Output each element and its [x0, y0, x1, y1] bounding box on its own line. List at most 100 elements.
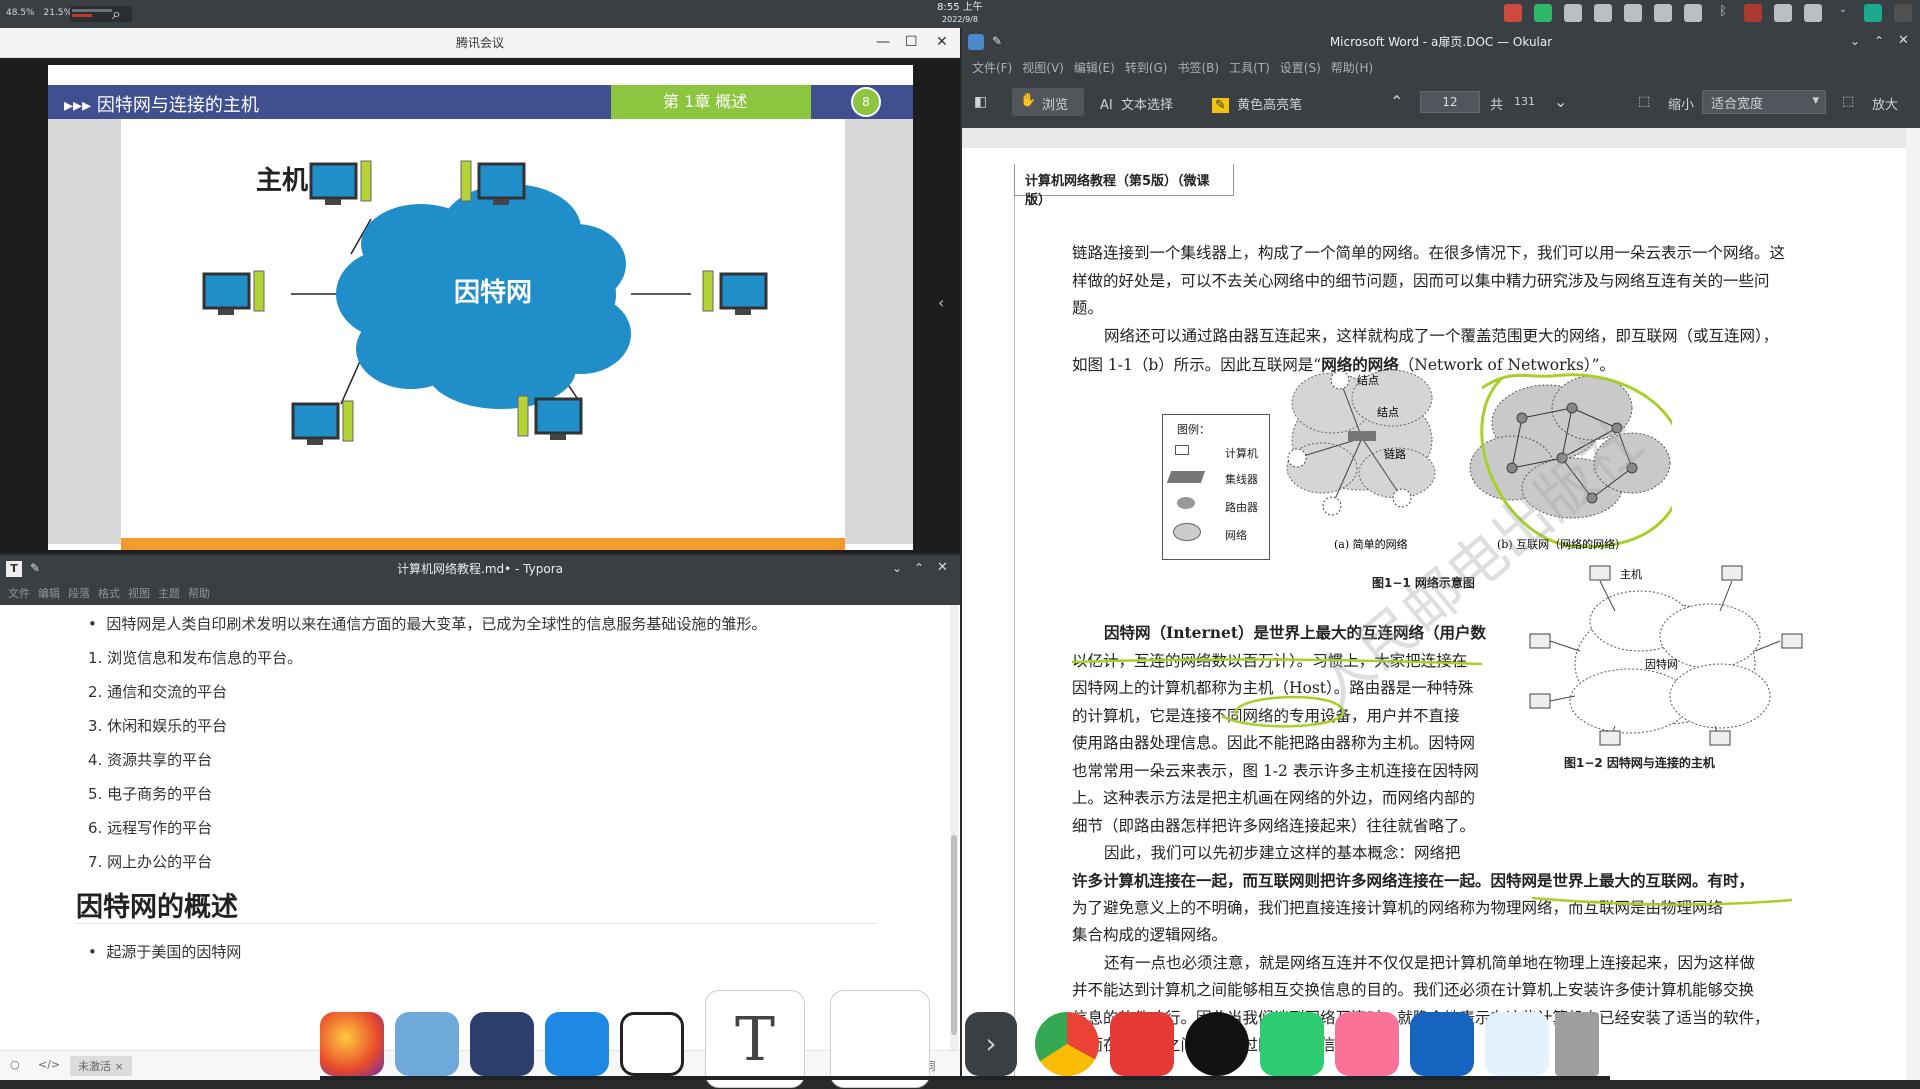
- slide-page-number: 8: [851, 87, 881, 117]
- cpu-usage-1: 48.5%: [6, 8, 35, 18]
- outline-toggle-icon[interactable]: ○: [10, 1058, 20, 1071]
- okular-maximize-button[interactable]: ⌃: [1874, 34, 1884, 48]
- wechat-tray-icon[interactable]: [1534, 4, 1552, 22]
- typora-minimize-button[interactable]: ⌄: [892, 561, 902, 575]
- menu-settings[interactable]: 设置(S): [1280, 61, 1321, 75]
- bluetooth-icon[interactable]: ᛒ: [1714, 4, 1732, 22]
- shared-slide: ▸▸▸ 因特网与连接的主机 第 1章 概述 8 因特网 主机: [48, 65, 913, 550]
- menu-go[interactable]: 转到(G): [1125, 61, 1168, 75]
- list-item: 1. 浏览信息和发布信息的平台。: [88, 649, 303, 667]
- typora-icon[interactable]: T: [705, 990, 805, 1088]
- slide-header-bar: ▸▸▸ 因特网与连接的主机 第 1章 概述 8: [48, 85, 913, 119]
- pin-icon[interactable]: ✎: [30, 561, 40, 575]
- okular-menubar: 文件(F) 视图(V) 编辑(E) 转到(G) 书签(B) 工具(T) 设置(S) 帮助(H): [962, 56, 1920, 80]
- clock[interactable]: 8:55 上午 2022/9/8: [930, 2, 990, 26]
- volume-icon[interactable]: [1804, 4, 1822, 22]
- okular-toolbar: ◧ ✋ 浏览 AI 文本选择 ✎ 黄色高亮笔 ⌃ 共 131 ⌄ ⬚ 缩小 适合…: [962, 80, 1920, 128]
- slide-chapter: 第 1章 概述: [611, 85, 811, 119]
- image-viewer-icon[interactable]: [1485, 1012, 1549, 1076]
- next-page-button[interactable]: ⌄: [1554, 92, 1567, 111]
- okular-scrollbar[interactable]: [1906, 128, 1920, 1080]
- search-icon[interactable]: ⌕: [112, 4, 121, 24]
- bilibili-icon[interactable]: [1335, 1012, 1399, 1076]
- svg-text:主机: 主机: [1620, 567, 1642, 581]
- maximize-button[interactable]: ☐: [905, 34, 918, 50]
- previous-page-button[interactable]: ⌃: [1390, 92, 1403, 111]
- vscode-icon[interactable]: [545, 1012, 609, 1076]
- menu-view[interactable]: 视图(V): [1022, 61, 1064, 75]
- minimize-button[interactable]: —: [876, 34, 890, 50]
- qq-tray-icon[interactable]: [1504, 4, 1522, 22]
- menu-file[interactable]: 文件(F): [972, 61, 1012, 75]
- baidu-netdisk-icon[interactable]: [830, 990, 930, 1088]
- source-mode-icon[interactable]: </>: [38, 1058, 60, 1071]
- typora-scrollbar[interactable]: [950, 605, 958, 1050]
- okular-minimize-button[interactable]: ⌄: [1850, 34, 1860, 48]
- pin-icon[interactable]: ✎: [992, 34, 1002, 48]
- battery-icon[interactable]: [1684, 4, 1702, 22]
- fit-page-icon[interactable]: ⬚: [1842, 94, 1854, 109]
- menu-help[interactable]: 帮助: [188, 587, 210, 600]
- wifi-icon[interactable]: [1774, 4, 1792, 22]
- menu-edit[interactable]: 编辑(E): [1074, 61, 1115, 75]
- panel-tray-icon[interactable]: [1894, 4, 1912, 22]
- trash-icon[interactable]: [1555, 1012, 1599, 1076]
- menu-paragraph[interactable]: 段落: [68, 587, 90, 600]
- typora-editor[interactable]: • 因特网是人类自印刷术发明以来在通信方面的最大变革，已成为全球性的信息服务基础…: [0, 605, 950, 1050]
- page-gap: [962, 128, 1906, 148]
- deepin-icon[interactable]: [1410, 1012, 1474, 1076]
- menu-help[interactable]: 帮助(H): [1331, 61, 1373, 75]
- keyboard-tray-icon[interactable]: [1654, 4, 1672, 22]
- okular-titlebar: Microsoft Word - a扉页.DOC — Okular: [962, 28, 1920, 56]
- app-tray-icon[interactable]: [1864, 4, 1882, 22]
- highlighter-button[interactable]: ✎ 黄色高亮笔: [1212, 94, 1302, 113]
- menu-view[interactable]: 视图: [128, 587, 150, 600]
- host-label: 主机: [256, 166, 308, 196]
- menu-edit[interactable]: 编辑: [38, 587, 60, 600]
- page-number-input[interactable]: [1420, 91, 1480, 113]
- mic-muted-icon[interactable]: [1744, 4, 1762, 22]
- tray-expand-icon[interactable]: ⌄: [1834, 4, 1852, 22]
- computer-icon: [291, 400, 354, 445]
- netease-music-icon[interactable]: [1110, 1012, 1174, 1076]
- files-icon[interactable]: [395, 1012, 459, 1076]
- menu-tools[interactable]: 工具(T): [1229, 61, 1270, 75]
- menu-file[interactable]: 文件: [8, 587, 30, 600]
- svg-text:(a) 简单的网络: (a) 简单的网络: [1334, 537, 1408, 551]
- cat-app-icon[interactable]: [470, 1012, 534, 1076]
- close-button[interactable]: ✕: [936, 34, 948, 50]
- typora-title: 计算机网络教程.md• - Typora: [397, 562, 563, 576]
- zoom-select[interactable]: 适合宽度 ▾: [1702, 90, 1826, 114]
- okular-window: Microsoft Word - a扉页.DOC — Okular ✎ ⌄ ⌃ …: [962, 28, 1920, 1080]
- zoom-out-button[interactable]: 缩小: [1668, 94, 1694, 113]
- figure-legend: 图例： 计算机 集线器 路由器 网络: [1162, 414, 1270, 560]
- update-tray-icon[interactable]: [1564, 4, 1582, 22]
- list-item: 5. 电子商务的平台: [88, 785, 213, 803]
- fit-icon[interactable]: ⬚: [1638, 94, 1650, 109]
- notes-tray-icon[interactable]: [1624, 4, 1642, 22]
- collapse-panel-icon[interactable]: ‹: [938, 293, 944, 312]
- clipboard-tray-icon[interactable]: [1594, 4, 1612, 22]
- typora-titlebar: 计算机网络教程.md• - Typora: [0, 555, 960, 583]
- zoom-in-button[interactable]: 放大: [1872, 94, 1898, 113]
- okular-close-button[interactable]: ✕: [1898, 33, 1909, 48]
- text-select-button[interactable]: AI 文本选择: [1100, 94, 1173, 113]
- list-item: • 因特网是人类自印刷术发明以来在通信方面的最大变革，已成为全球性的信息服务基础…: [88, 615, 767, 633]
- sidebar-toggle-icon[interactable]: ◧: [974, 94, 987, 110]
- firefox-icon[interactable]: [320, 1012, 384, 1076]
- notes-icon[interactable]: [620, 1012, 684, 1076]
- typora-close-button[interactable]: ✕: [937, 560, 948, 575]
- activation-badge[interactable]: 未激活 ×: [70, 1056, 132, 1076]
- typora-maximize-button[interactable]: ⌃: [914, 561, 924, 575]
- list-item: • 起源于美国的因特网: [88, 943, 242, 961]
- menu-format[interactable]: 格式: [98, 587, 120, 600]
- wechat-icon[interactable]: [1260, 1012, 1324, 1076]
- qq-icon[interactable]: [1185, 1012, 1249, 1076]
- menu-theme[interactable]: 主题: [158, 587, 180, 600]
- menu-bookmarks[interactable]: 书签(B): [1177, 61, 1219, 75]
- browse-tool-button[interactable]: ✋ 浏览: [1012, 88, 1084, 116]
- chrome-icon[interactable]: [1035, 1012, 1099, 1076]
- hub-icon: [1166, 471, 1206, 483]
- dock-expand-icon[interactable]: ›: [965, 1012, 1017, 1076]
- document-page[interactable]: 计算机网络教程（第5版）（微课版） 链路连接到一个集线器上，构成了一个简单的网络…: [962, 128, 1920, 1080]
